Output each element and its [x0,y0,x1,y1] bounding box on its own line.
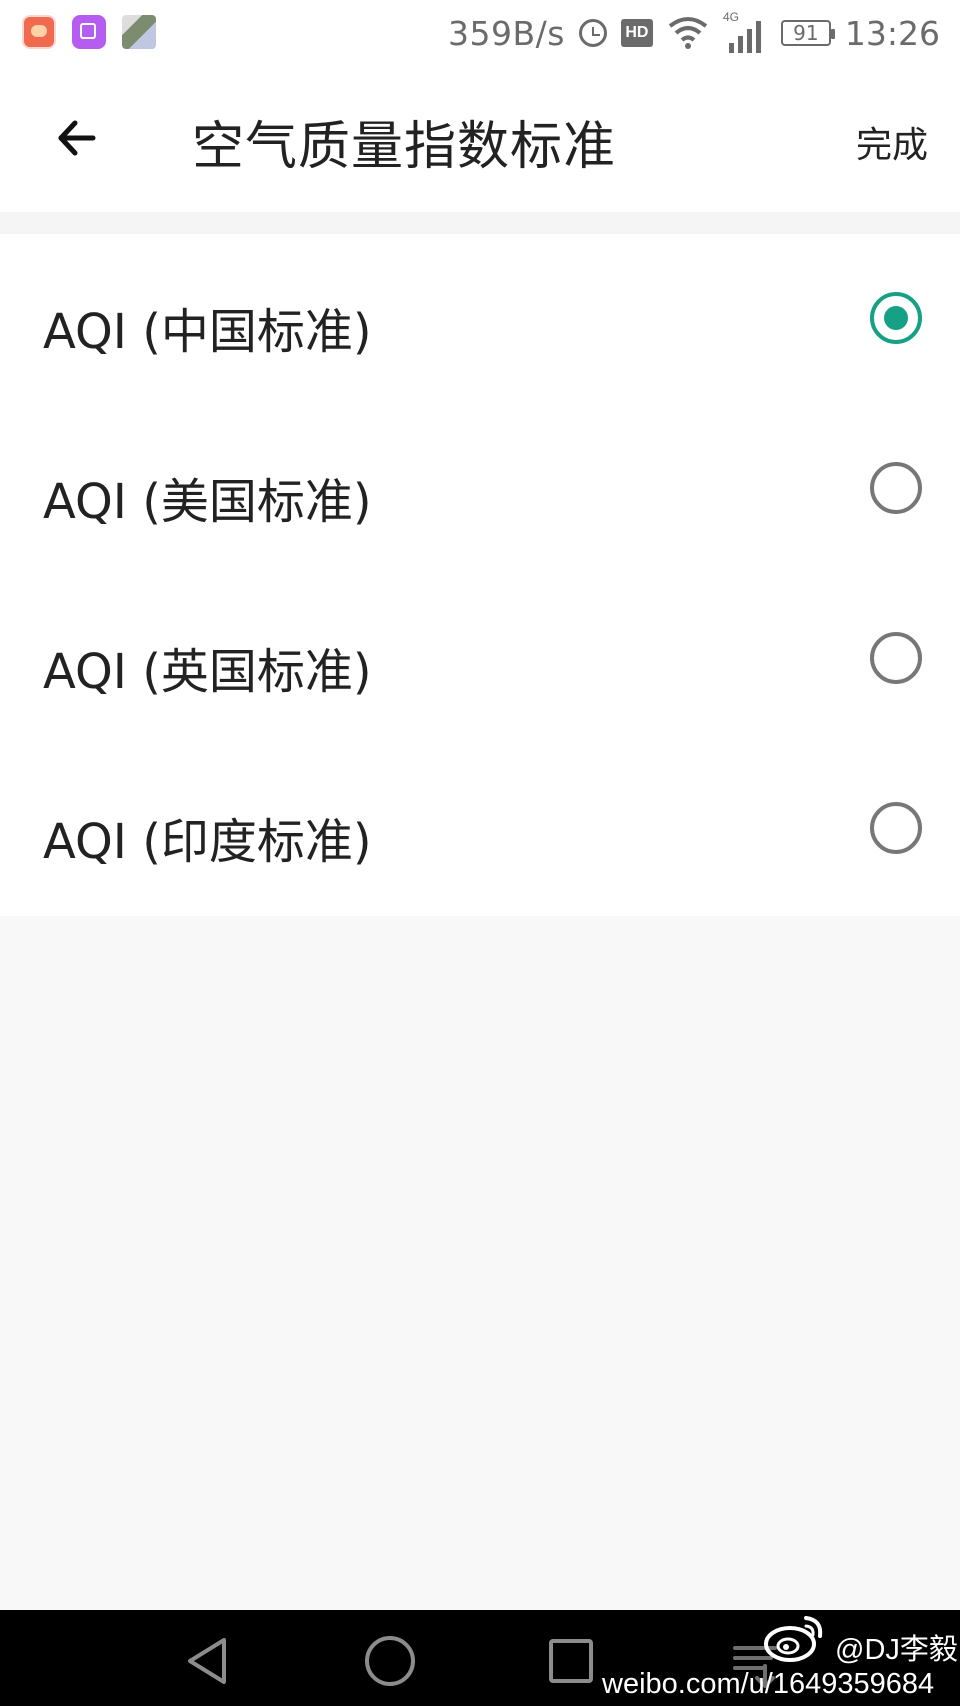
clock: 13:26 [844,13,940,53]
header: 空气质量指数标准 完成 [0,66,960,212]
status-right-icons: 359B/s HD 4G 91 13:26 [448,10,940,56]
back-button[interactable] [38,100,114,176]
page-title: 空气质量指数标准 [192,117,617,177]
aqi-standard-list: AQI (中国标准) AQI (美国标准) AQI (英国标准) AQI (印度… [0,234,960,916]
network-type-label: 4G [723,11,739,24]
option-label: AQI (英国标准) [43,644,372,700]
watermark: @DJ李毅 weibo.com/u/1649359684 [600,1608,960,1706]
status-bar: 359B/s HD 4G 91 13:26 [0,0,960,66]
watermark-url: weibo.com/u/1649359684 [602,1668,935,1700]
nav-recents-icon[interactable] [536,1626,606,1696]
divider-band [0,212,960,234]
battery-icon: 91 [780,20,835,46]
weibo-logo-icon [764,1616,823,1662]
screen: 359B/s HD 4G 91 13:26 空气质量指数标准 完成 AQI (中… [0,0,960,1706]
cow-app-icon [22,15,56,49]
network-speed: 359B/s [447,13,565,53]
option-india[interactable]: AQI (印度标准) [0,744,960,914]
option-uk[interactable]: AQI (英国标准) [0,574,960,744]
collage-icon [122,15,156,49]
cell-signal-icon: 4G [723,10,767,55]
radio-unselected[interactable] [870,632,922,684]
watermark-handle: @DJ李毅 [835,1634,958,1666]
arrow-left-icon [58,120,96,156]
option-usa[interactable]: AQI (美国标准) [0,404,960,574]
wifi-icon [667,16,709,50]
option-label: AQI (中国标准) [43,304,372,360]
option-label: AQI (印度标准) [43,814,372,870]
radio-unselected[interactable] [870,462,922,514]
nav-home-icon[interactable] [355,1626,425,1696]
option-label: AQI (美国标准) [43,474,372,530]
nav-back-icon[interactable] [174,1626,244,1696]
status-left-icons [22,14,156,50]
hd-icon: HD [620,19,653,47]
gallery-icon [72,15,106,49]
radio-unselected[interactable] [870,802,922,854]
radio-selected[interactable] [870,292,922,344]
option-china[interactable]: AQI (中国标准) [0,234,960,404]
alarm-icon [578,19,607,47]
done-button[interactable]: 完成 [856,116,928,168]
